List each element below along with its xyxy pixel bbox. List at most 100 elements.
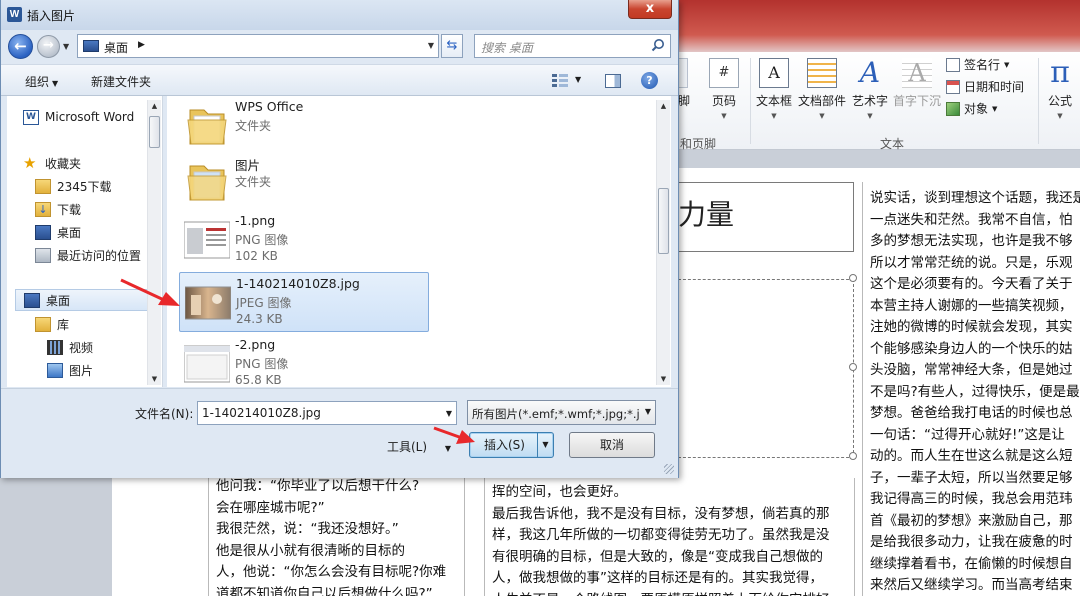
dialog-titlebar[interactable]: W 插入图片 x	[1, 0, 678, 30]
nav-item-libraries[interactable]: 库	[35, 313, 162, 335]
nav-item-label: 收藏夹	[45, 156, 82, 171]
resize-handle[interactable]	[849, 363, 857, 371]
document-text-line: 首《最初的梦想》来激励自己，那	[870, 512, 1073, 529]
file-size: 24.3 KB	[236, 312, 283, 326]
new-folder-button[interactable]: 新建文件夹	[91, 73, 151, 90]
file-item-2-png[interactable]: -2.png PNG 图像 65.8 KB	[179, 334, 429, 387]
ribbon-footer-button[interactable]: 脚	[678, 58, 690, 109]
nav-item-favorites[interactable]: ★ 收藏夹	[23, 152, 162, 174]
file-item-pictures-folder[interactable]: 图片 文件夹	[179, 152, 429, 212]
insert-button[interactable]: 插入(S) ▼	[469, 432, 554, 458]
folder-icon	[187, 109, 227, 145]
ribbon-item-label: 脚	[678, 94, 691, 108]
search-icon[interactable]	[651, 38, 665, 52]
filename-label: 文件名(N):	[135, 407, 194, 421]
nav-item-microsoft-word[interactable]: W Microsoft Word	[23, 106, 162, 128]
file-list-scrollbar[interactable]: ▲ ▼	[656, 100, 670, 385]
ribbon-date-time-button[interactable]: 日期和时间	[946, 78, 1024, 95]
back-button[interactable]: ←	[8, 34, 33, 59]
organize-button[interactable]: 组织 ▼	[25, 73, 58, 90]
preview-pane-icon[interactable]	[605, 74, 621, 88]
address-location: 桌面	[104, 41, 129, 55]
ribbon-wordart-button[interactable]: A 艺术字 ▼	[850, 58, 890, 121]
filename-input[interactable]: 1-140214010Z8.jpg ▼	[197, 401, 457, 425]
dialog-toolbar: 组织 ▼ 新建文件夹 ▼ ?	[1, 64, 678, 96]
organize-label: 组织	[25, 75, 50, 89]
file-type: JPEG 图像	[236, 296, 292, 310]
nav-pane-scroll-thumb[interactable]	[149, 116, 160, 148]
nav-item-label: 桌面	[57, 225, 82, 240]
chevron-down-icon: ▼	[1057, 112, 1063, 120]
ribbon-insert-tab: 脚 # 页码 ▼ A 文本框 ▼ 文档部件 ▼ A 艺术字 ▼ A 首字下沉 签…	[678, 52, 1080, 151]
document-text-line: 一句话：“过得开心就好!”这是让	[870, 426, 1065, 443]
nav-item-recent-places[interactable]: 最近访问的位置	[35, 244, 162, 266]
document-text-line: 不是吗?有些人，过得快乐，便是最	[870, 383, 1080, 400]
chevron-down-icon[interactable]: ▼	[446, 409, 452, 418]
insert-picture-dialog: W 插入图片 x ← → ▼ 桌面 ▶ ▼ ⇆ 搜索 桌面 组织▼ 新建文件夹	[0, 0, 679, 478]
nav-item-2345-downloads[interactable]: 2345下载	[35, 175, 162, 197]
document-text-line: 他问我：“你毕业了以后想干什么?	[216, 478, 420, 494]
file-item-1-png[interactable]: -1.png PNG 图像 102 KB	[179, 210, 429, 270]
insert-dropdown-arrow-icon[interactable]: ▼	[537, 433, 553, 457]
scroll-up-icon[interactable]: ▲	[657, 102, 670, 110]
file-type-value: 所有图片(*.emf;*.wmf;*.jpg;*.j	[472, 407, 640, 421]
forward-button[interactable]: →	[37, 35, 60, 58]
selected-shape-frame[interactable]	[678, 279, 854, 458]
nav-pane-scrollbar[interactable]: ▲ ▼	[147, 100, 161, 385]
scroll-up-icon[interactable]: ▲	[148, 102, 161, 110]
document-text-line: 来然后又继续学习。而当高考结束	[870, 577, 1073, 593]
ribbon-drop-cap-button[interactable]: A 首字下沉	[892, 58, 942, 109]
document-text-line: 所以才常常茫统的说。只是，乐观	[870, 254, 1073, 271]
ribbon-small-label: 日期和时间	[964, 80, 1025, 94]
close-button[interactable]: x	[628, 0, 672, 19]
dialog-title: 插入图片	[27, 9, 76, 23]
search-input[interactable]: 搜索 桌面	[474, 34, 671, 58]
nav-item-pictures[interactable]: 图片	[47, 359, 162, 381]
file-list-scroll-thumb[interactable]	[658, 188, 669, 254]
file-size: 102 KB	[235, 249, 278, 263]
chevron-down-icon[interactable]: ▼	[575, 75, 581, 84]
chevron-down-icon: ▼	[1004, 60, 1010, 69]
refresh-button[interactable]: ⇆	[441, 34, 463, 58]
arrow-left-icon: ←	[14, 37, 27, 55]
address-bar[interactable]: 桌面 ▶ ▼	[77, 34, 439, 58]
document-text-line: 本营主持人谢娜的一些搞笑视频，	[870, 297, 1073, 314]
ribbon-page-number-button[interactable]: # 页码 ▼	[704, 58, 744, 120]
chevron-down-icon[interactable]: ▼	[428, 41, 434, 50]
signature-icon	[946, 57, 960, 72]
chevron-down-icon: ▼	[721, 112, 727, 120]
ribbon-textbox-button[interactable]: A 文本框 ▼	[754, 58, 794, 120]
file-item-selected-jpg[interactable]: 1-140214010Z8.jpg JPEG 图像 24.3 KB	[179, 272, 429, 332]
file-size: 65.8 KB	[235, 373, 282, 387]
ribbon-item-label: 首字下沉	[892, 94, 941, 108]
page-number-icon: #	[709, 58, 739, 88]
resize-handle[interactable]	[849, 274, 857, 282]
scroll-down-icon[interactable]: ▼	[148, 375, 161, 383]
chevron-down-icon: ▼	[992, 104, 998, 113]
image-thumbnail-icon	[185, 286, 231, 320]
cancel-button[interactable]: 取消	[569, 432, 655, 458]
file-type-select[interactable]: 所有图片(*.emf;*.wmf;*.jpg;*.j ▼	[467, 400, 656, 425]
scroll-down-icon[interactable]: ▼	[657, 375, 670, 383]
file-type: 文件夹	[235, 119, 272, 133]
recent-pages-dropdown[interactable]: ▼	[63, 42, 69, 51]
ribbon-object-button[interactable]: 对象 ▼	[946, 100, 997, 117]
ribbon-quick-parts-button[interactable]: 文档部件 ▼	[796, 58, 848, 120]
nav-item-videos[interactable]: 视频	[47, 336, 162, 358]
ribbon-item-label: 文档部件	[797, 94, 846, 108]
help-icon[interactable]: ?	[641, 72, 658, 89]
chevron-down-icon: ▼	[641, 401, 655, 424]
nav-item-desktop[interactable]: 桌面	[35, 221, 162, 243]
red-arrow-annotation-file	[120, 278, 180, 306]
file-item-wps-office[interactable]: WPS Office 文件夹	[179, 96, 429, 156]
breadcrumb-arrow-icon[interactable]: ▶	[138, 40, 145, 50]
tools-label: 工具(L)	[387, 440, 428, 454]
change-view-icon[interactable]	[552, 74, 568, 88]
ribbon-equation-button[interactable]: π 公式 ▼	[1042, 58, 1078, 121]
nav-item-downloads[interactable]: ↓ 下载	[35, 198, 162, 220]
resize-handle[interactable]	[849, 452, 857, 460]
ribbon-signature-line-button[interactable]: 签名行 ▼	[946, 56, 1009, 73]
file-name: 1-140214010Z8.jpg	[236, 276, 360, 291]
resize-grip-icon[interactable]	[664, 464, 674, 474]
document-text-line: 我记得高三的时候，我总会用范玮	[870, 491, 1073, 507]
